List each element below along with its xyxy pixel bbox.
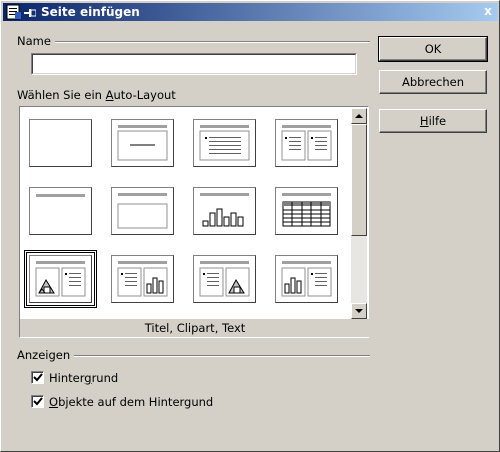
name-input[interactable] — [33, 55, 355, 73]
layout-title-content-box[interactable] — [111, 187, 174, 235]
title-bar[interactable]: Seite einfügen x — [3, 3, 498, 21]
background-checkbox-label[interactable]: Hintergrund — [49, 371, 118, 385]
bg-label-post: rund — [91, 371, 119, 385]
layout-scrollbar[interactable] — [351, 108, 367, 319]
bg-label-pre: Hinter — [49, 371, 85, 385]
window-title: Seite einfügen — [41, 5, 140, 19]
layout-title-clipart-text[interactable] — [24, 250, 97, 308]
layout-title-chart[interactable] — [193, 187, 256, 235]
obj-label-post: bjekte auf dem Hintergund — [58, 395, 214, 409]
layout-title-text[interactable] — [193, 119, 256, 167]
layout-label-pre: Wählen Sie ein — [17, 88, 106, 102]
layout-blank[interactable] — [29, 119, 92, 167]
name-group-label: Name — [17, 34, 51, 48]
layout-title-2-text[interactable] — [275, 119, 338, 167]
name-input-frame — [31, 53, 357, 75]
layout-title-content[interactable] — [111, 119, 174, 167]
layout-title-only[interactable] — [29, 187, 92, 235]
app-icon — [6, 4, 22, 20]
layout-title-table[interactable] — [275, 187, 338, 235]
scroll-down-icon[interactable] — [351, 303, 367, 319]
help-rest: ilfe — [428, 114, 447, 128]
objects-checkbox-label[interactable]: Objekte auf dem Hintergund — [49, 395, 213, 409]
layout-title-text-clipart[interactable] — [193, 255, 256, 303]
selected-layout-caption: Titel, Clipart, Text — [20, 319, 370, 337]
layout-label-post: uto-Layout — [113, 88, 176, 102]
layout-group-label: Wählen Sie ein Auto-Layout — [17, 88, 176, 102]
help-button[interactable]: Hilfe — [379, 109, 487, 133]
layout-title-chart-text[interactable] — [275, 255, 338, 303]
scroll-up-icon[interactable] — [351, 108, 367, 124]
help-accel: H — [419, 114, 429, 128]
cancel-button[interactable]: Abbrechen — [379, 70, 487, 94]
bg-label-accel: g — [84, 371, 92, 385]
insert-slide-dialog: Seite einfügen x Name Wählen Sie ein Aut… — [0, 0, 500, 452]
layout-title-text-chart[interactable] — [111, 255, 174, 303]
name-group-divider — [55, 41, 370, 43]
obj-label-accel: O — [49, 395, 59, 409]
auto-layout-grid: Titel, Clipart, Text — [19, 106, 370, 338]
scroll-thumb[interactable] — [351, 124, 367, 236]
close-icon[interactable]: x — [481, 5, 495, 18]
objects-on-background-checkbox[interactable] — [31, 395, 44, 408]
background-checkbox[interactable] — [31, 371, 44, 384]
display-group-label: Anzeigen — [17, 348, 71, 362]
ok-button[interactable]: OK — [378, 36, 488, 62]
display-group-divider — [74, 355, 370, 357]
layout-label-accel: A — [105, 88, 114, 102]
pin-icon[interactable] — [24, 7, 37, 17]
auto-layout-panel: Titel, Clipart, Text — [19, 106, 370, 338]
